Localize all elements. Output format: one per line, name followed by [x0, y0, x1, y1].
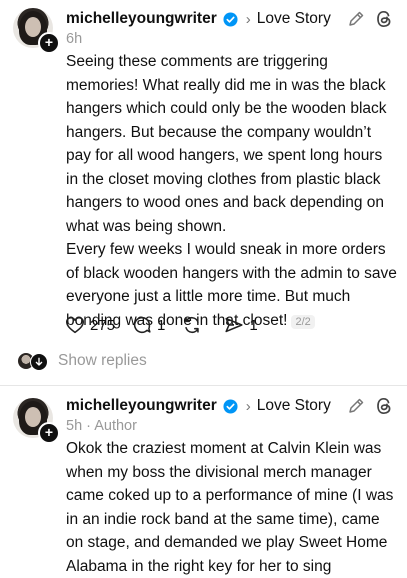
page-indicator: 2/2	[291, 314, 315, 329]
plus-icon[interactable]: +	[38, 32, 60, 54]
show-replies-row[interactable]: Show replies	[18, 352, 147, 371]
show-replies-label[interactable]: Show replies	[58, 352, 147, 370]
reply-count: 1	[157, 316, 166, 334]
share-count: 1	[249, 316, 258, 334]
post-body: Seeing these comments are triggering mem…	[66, 50, 398, 334]
repost-icon	[185, 316, 200, 334]
repost-button[interactable]	[181, 314, 207, 336]
pencil-icon[interactable]	[346, 396, 366, 416]
divider	[0, 385, 407, 386]
like-count: 275	[90, 316, 116, 334]
chevron-right-icon: ›	[245, 397, 251, 415]
plus-icon[interactable]: +	[38, 422, 60, 444]
verified-badge-icon	[223, 11, 238, 27]
post-body: Okok the craziest moment at Calvin Klein…	[66, 440, 394, 575]
avatar	[30, 353, 48, 371]
topic-tag[interactable]: Love Story	[257, 397, 331, 415]
avatar[interactable]: +	[13, 398, 60, 444]
timestamp: 6h	[66, 31, 83, 47]
username[interactable]: michelleyoungwriter	[66, 397, 217, 415]
heart-icon	[65, 316, 85, 334]
reply-button[interactable]: 1	[131, 314, 165, 336]
username[interactable]: michelleyoungwriter	[66, 10, 217, 28]
share-button[interactable]: 1	[223, 314, 258, 336]
pencil-icon[interactable]	[346, 9, 366, 29]
topic-tag[interactable]: Love Story	[257, 10, 331, 28]
threads-logo-icon[interactable]	[374, 396, 394, 416]
comment-icon	[133, 316, 151, 334]
threads-logo-icon[interactable]	[374, 9, 394, 29]
chevron-right-icon: ›	[245, 10, 251, 28]
timestamp: 5h · Author	[66, 418, 137, 434]
verified-badge-icon	[223, 398, 238, 414]
send-icon	[225, 317, 243, 333]
like-button[interactable]: 275	[64, 314, 115, 336]
avatar[interactable]: +	[13, 8, 60, 54]
chevron-down-icon	[35, 357, 43, 366]
paragraph: Seeing these comments are triggering mem…	[66, 53, 387, 235]
